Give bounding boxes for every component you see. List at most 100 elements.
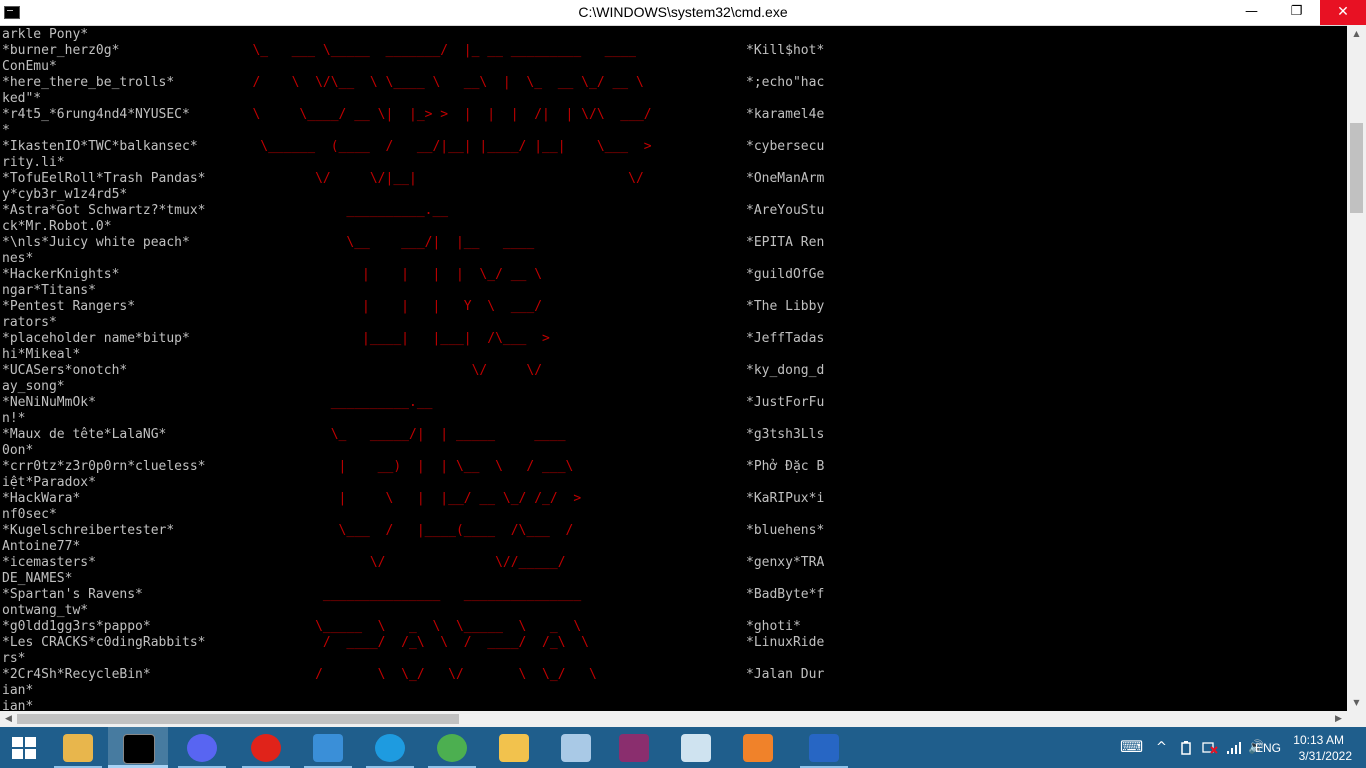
ascii-art-line: \__ ___/| |__ ____ <box>2 235 535 250</box>
file-explorer-icon <box>63 734 93 762</box>
ascii-art-line: _______________ _______________ <box>2 587 582 602</box>
winrar-icon <box>619 734 649 762</box>
powershell-icon <box>809 734 839 762</box>
console-line-left: rity.li* <box>2 155 65 170</box>
console-line-right: *Phở Đặc B <box>746 459 825 474</box>
calculator-icon <box>561 734 591 762</box>
console-line-left: Antoine77* <box>2 539 81 554</box>
ascii-art-line: | | | | \_/ __ \ <box>2 267 543 282</box>
console-line-left: ian* <box>2 699 34 711</box>
ascii-art-line: __________.__ <box>2 395 433 410</box>
console-line-right: *karamel4e <box>746 107 825 122</box>
taskbar-app-media-player[interactable] <box>728 727 788 768</box>
console-line-left: DE_NAMES* <box>2 571 73 586</box>
window-title: C:\WINDOWS\system32\cmd.exe <box>578 4 788 20</box>
start-button[interactable] <box>0 727 50 768</box>
title-bar[interactable]: C:\WINDOWS\system32\cmd.exe — ❐ ✕ <box>0 0 1366 26</box>
ascii-art-line: | __) | | \__ \ / ___\ <box>2 459 574 474</box>
wifi-signal-icon[interactable] <box>1226 740 1242 755</box>
clock-time[interactable]: 10:13 AM <box>1293 733 1344 747</box>
taskbar-app-file-explorer[interactable] <box>48 727 108 768</box>
taskbar: ⌨ ^ 🔊 ENG 10:13 AM 3/31/2022 <box>0 727 1366 768</box>
close-button[interactable]: ✕ <box>1320 0 1366 25</box>
console-line-right: *ghoti* <box>746 619 801 634</box>
ascii-art-line: / \ \_/ \/ \ \_/ \ <box>2 667 597 682</box>
discord-icon <box>187 734 217 762</box>
console-line-right: *guildOfGe <box>746 267 825 282</box>
taskbar-app-command-prompt[interactable] <box>108 727 168 768</box>
taskbar-app-opera[interactable] <box>236 727 296 768</box>
horizontal-scroll-thumb[interactable] <box>17 714 459 724</box>
scrollbar-corner <box>1347 711 1366 727</box>
ascii-art-line: | | | Y \ ___/ <box>2 299 543 314</box>
vector-editor-icon <box>313 734 343 762</box>
console-line-left: iệt*Paradox* <box>2 475 96 490</box>
console-line-left: ngar*Titans* <box>2 283 96 298</box>
console-line-right: *bluehens* <box>746 523 825 538</box>
scroll-down-icon[interactable]: ▼ <box>1347 694 1366 711</box>
opera-icon <box>251 734 281 762</box>
taskbar-app-powershell[interactable] <box>794 727 854 768</box>
clock-date[interactable]: 3/31/2022 <box>1299 749 1352 763</box>
taskbar-app-google-chrome[interactable] <box>422 727 482 768</box>
ascii-art-line: \_ ___ \_____ _______/ |_ __ _________ _… <box>2 43 636 58</box>
console-line-right: *g3tsh3Lls <box>746 427 825 442</box>
taskbar-app-paint[interactable] <box>484 727 544 768</box>
vertical-scroll-thumb[interactable] <box>1350 123 1363 213</box>
microsoft-edge-icon <box>375 734 405 762</box>
ascii-art-line: | \ | |__/ __ \_/ /_/ > <box>2 491 582 506</box>
maximize-button[interactable]: ❐ <box>1274 0 1319 25</box>
power-icon[interactable] <box>1180 740 1194 755</box>
scroll-left-icon[interactable]: ◀ <box>0 711 17 727</box>
language-indicator[interactable]: ENG <box>1255 741 1281 755</box>
console-line-left: ontwang_tw* <box>2 603 89 618</box>
console-line-left: ked"* <box>2 91 42 106</box>
console-output[interactable]: arkle Pony* *burner_herz0g* \_ ___ \_____… <box>2 25 1344 711</box>
console-line-left: rs* <box>2 651 26 666</box>
console-line-left: rators* <box>2 315 57 330</box>
ascii-art-line: \_ _____/| | _____ ____ <box>2 427 566 442</box>
paint-icon <box>499 734 529 762</box>
console-line-right: *JustForFu <box>746 395 825 410</box>
console-line-right: *cybersecu <box>746 139 825 154</box>
ascii-art-line: __________.__ <box>2 203 449 218</box>
taskbar-app-calculator[interactable] <box>546 727 606 768</box>
minimize-button[interactable]: — <box>1229 0 1274 25</box>
console-line-left: n!* <box>2 411 26 426</box>
scroll-right-icon[interactable]: ▶ <box>1330 711 1347 727</box>
ascii-art-line: \/ \//_____/ <box>2 555 566 570</box>
console-line-right: *Kill$hot* <box>746 43 825 58</box>
console-line-right: *ky_dong_d <box>746 363 825 378</box>
horizontal-scrollbar[interactable]: ◀ ▶ <box>0 711 1347 727</box>
console-line-right: *LinuxRide <box>746 635 825 650</box>
ascii-art-line: \______ (____ / __/|__| |____/ |__| \___… <box>2 139 652 154</box>
console-line-left: nes* <box>2 251 34 266</box>
taskbar-app-winrar[interactable] <box>604 727 664 768</box>
ascii-art-line: \/ \/|__| \/ <box>2 171 644 186</box>
console-line-left: ian* <box>2 683 34 698</box>
taskbar-app-microsoft-edge[interactable] <box>360 727 420 768</box>
taskbar-app-vector-editor[interactable] <box>298 727 358 768</box>
ascii-art-line: \/ \/ <box>2 363 543 378</box>
taskbar-app-notes[interactable] <box>666 727 726 768</box>
scroll-up-icon[interactable]: ▲ <box>1347 25 1366 42</box>
console-line-left: hi*Mikeal* <box>2 347 81 362</box>
vertical-scrollbar[interactable]: ▲ ▼ <box>1347 25 1366 711</box>
ascii-art-line: \_____ \ _ \ \_____ \ _ \ <box>2 619 582 634</box>
taskbar-app-discord[interactable] <box>172 727 232 768</box>
console-line-right: *EPITA Ren <box>746 235 825 250</box>
command-prompt-icon <box>123 734 155 764</box>
keyboard-icon[interactable]: ⌨ <box>1120 737 1143 756</box>
console-line-left: 0on* <box>2 443 34 458</box>
console-line-right: *;echo"hac <box>746 75 825 90</box>
show-hidden-icons-icon[interactable]: ^ <box>1156 740 1167 755</box>
console-line-right: *Jalan Dur <box>746 667 825 682</box>
console-line-left: * <box>2 123 10 138</box>
console-line-left: arkle Pony* <box>2 27 89 42</box>
network-disconnected-icon[interactable] <box>1202 740 1218 755</box>
ascii-art-line: / \ \/\__ \ \____ \ __\ | \_ __ \_/ __ \ <box>2 75 644 90</box>
notes-icon <box>681 734 711 762</box>
console-line-right: *KaRIPux*i <box>746 491 825 506</box>
ascii-art-line: / ____/ /_\ \ / ____/ /_\ \ <box>2 635 589 650</box>
console-line-left: ConEmu* <box>2 59 57 74</box>
